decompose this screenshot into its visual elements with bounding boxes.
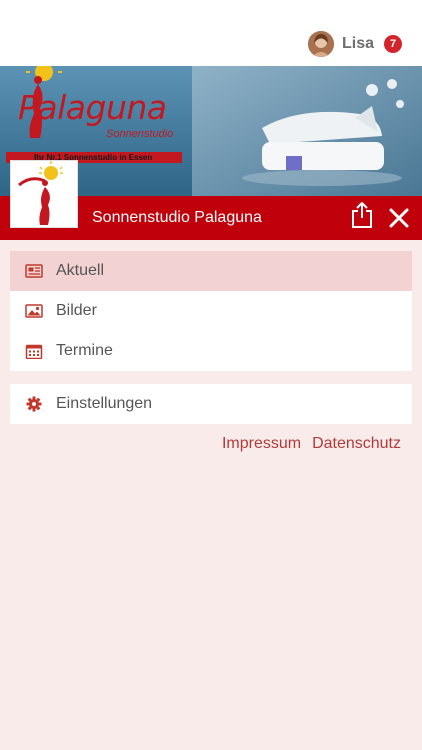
settings-menu: Einstellungen [10,384,412,424]
close-button[interactable] [388,207,410,229]
menu-item-label: Bilder [56,302,97,319]
user-name[interactable]: Lisa [342,35,374,53]
share-icon [352,201,372,228]
share-button[interactable] [350,201,374,228]
datenschutz-link[interactable]: Datenschutz [312,435,401,453]
top-bar: Lisa 7 [0,0,422,66]
calendar-icon [25,343,43,360]
notification-badge[interactable]: 7 [384,35,402,53]
studio-logo [10,160,78,228]
user-profile[interactable]: Lisa 7 [307,30,402,58]
image-icon [25,303,43,319]
menu-item-label: Aktuell [56,262,105,279]
menu-item-label: Termine [56,342,113,359]
menu-item-einstellungen[interactable]: Einstellungen [10,384,412,424]
banner-brand-subtitle: Sonnenstudio [106,128,174,140]
menu-item-termine[interactable]: Termine [10,331,412,371]
main-menu: Aktuell Bilder Termine [10,251,412,371]
avatar[interactable] [307,31,334,57]
news-icon [25,263,43,279]
banner-brand-name: Palaguna [18,88,167,127]
impressum-link[interactable]: Impressum [222,435,301,453]
gear-icon [25,396,43,412]
close-icon [389,208,409,228]
menu-item-label: Einstellungen [56,395,153,412]
menu-item-aktuell[interactable]: Aktuell [10,251,412,291]
footer-links: Impressum Datenschutz [222,435,401,453]
menu-item-bilder[interactable]: Bilder [10,291,412,331]
page-title: Sonnenstudio Palaguna [92,209,262,226]
